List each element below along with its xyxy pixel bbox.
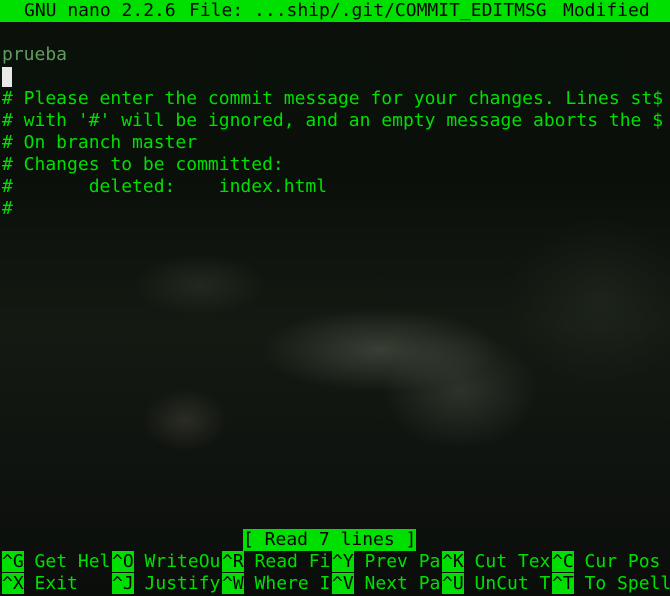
nano-title-bar: GNU nano 2.2.6 File: ...ship/.git/COMMIT… [0, 0, 670, 22]
commit-message-line[interactable]: prueba [2, 44, 670, 66]
shortcut-label: Get Hel [34, 551, 111, 572]
shortcut-label: Read Fi [254, 551, 331, 572]
shortcut-label: Justify [144, 573, 221, 594]
shortcut-bar-row-2: ^X Exit ^J Justify ^W Where I ^V Next Pa… [0, 573, 670, 595]
comment-line[interactable]: # On branch master [2, 132, 670, 154]
shortcut-key: ^R [222, 551, 244, 572]
shortcut-key: ^W [222, 573, 244, 594]
shortcut-key: ^J [112, 573, 134, 594]
text-cursor [2, 67, 12, 87]
comment-line[interactable]: # Changes to be committed: [2, 154, 670, 176]
shortcut-label: Exit [34, 573, 78, 594]
shortcut-prev-page[interactable]: ^Y Prev Pa [332, 551, 440, 573]
comment-line[interactable]: # with '#' will be ignored, and an empty… [2, 110, 670, 132]
shortcut-label: Prev Pa [364, 551, 441, 572]
shortcut-bar-row-1: ^G Get Hel ^O WriteOu ^R Read Fi ^Y Prev… [0, 551, 670, 573]
shortcut-label: Cut Tex [474, 551, 551, 572]
comment-line[interactable]: # [2, 198, 670, 220]
shortcut-get-help[interactable]: ^G Get Hel [2, 551, 110, 573]
file-path: File: ...ship/.git/COMMIT_EDITMSG [189, 0, 547, 21]
shortcut-label: Where I [254, 573, 331, 594]
shortcut-key: ^U [442, 573, 464, 594]
shortcut-read-file[interactable]: ^R Read Fi [222, 551, 330, 573]
shortcut-key: ^T [552, 573, 574, 594]
shortcut-label: UnCut T [474, 573, 551, 594]
shortcut-label: To Spell [584, 573, 670, 594]
status-message: [ Read 7 lines ] [243, 529, 417, 551]
editor-buffer[interactable]: prueba # Please enter the commit message… [2, 44, 670, 220]
shortcut-label: Cur Pos [584, 551, 661, 572]
shortcut-to-spell[interactable]: ^T To Spell [552, 573, 670, 595]
comment-line[interactable]: # deleted: index.html [2, 176, 670, 198]
shortcut-key: ^G [2, 551, 24, 572]
shortcut-key: ^O [112, 551, 134, 572]
shortcut-where-is[interactable]: ^W Where I [222, 573, 330, 595]
cursor-line[interactable] [2, 66, 670, 88]
shortcut-uncut-text[interactable]: ^U UnCut T [442, 573, 550, 595]
shortcut-write-out[interactable]: ^O WriteOu [112, 551, 220, 573]
shortcut-cur-pos[interactable]: ^C Cur Pos [552, 551, 660, 573]
shortcut-key: ^K [442, 551, 464, 572]
shortcut-key: ^Y [332, 551, 354, 572]
terminal-window: GNU nano 2.2.6 File: ...ship/.git/COMMIT… [0, 0, 670, 596]
shortcut-next-page[interactable]: ^V Next Pa [332, 573, 440, 595]
app-version: GNU nano 2.2.6 [24, 0, 176, 21]
shortcut-justify[interactable]: ^J Justify [112, 573, 220, 595]
shortcut-key: ^X [2, 573, 24, 594]
shortcut-cut-text[interactable]: ^K Cut Tex [442, 551, 550, 573]
shortcut-key: ^V [332, 573, 354, 594]
shortcut-label: WriteOu [144, 551, 221, 572]
modified-indicator: Modified [563, 0, 650, 21]
comment-line[interactable]: # Please enter the commit message for yo… [2, 88, 670, 110]
shortcut-label: Next Pa [364, 573, 441, 594]
shortcut-key: ^C [552, 551, 574, 572]
shortcut-exit[interactable]: ^X Exit [2, 573, 78, 595]
